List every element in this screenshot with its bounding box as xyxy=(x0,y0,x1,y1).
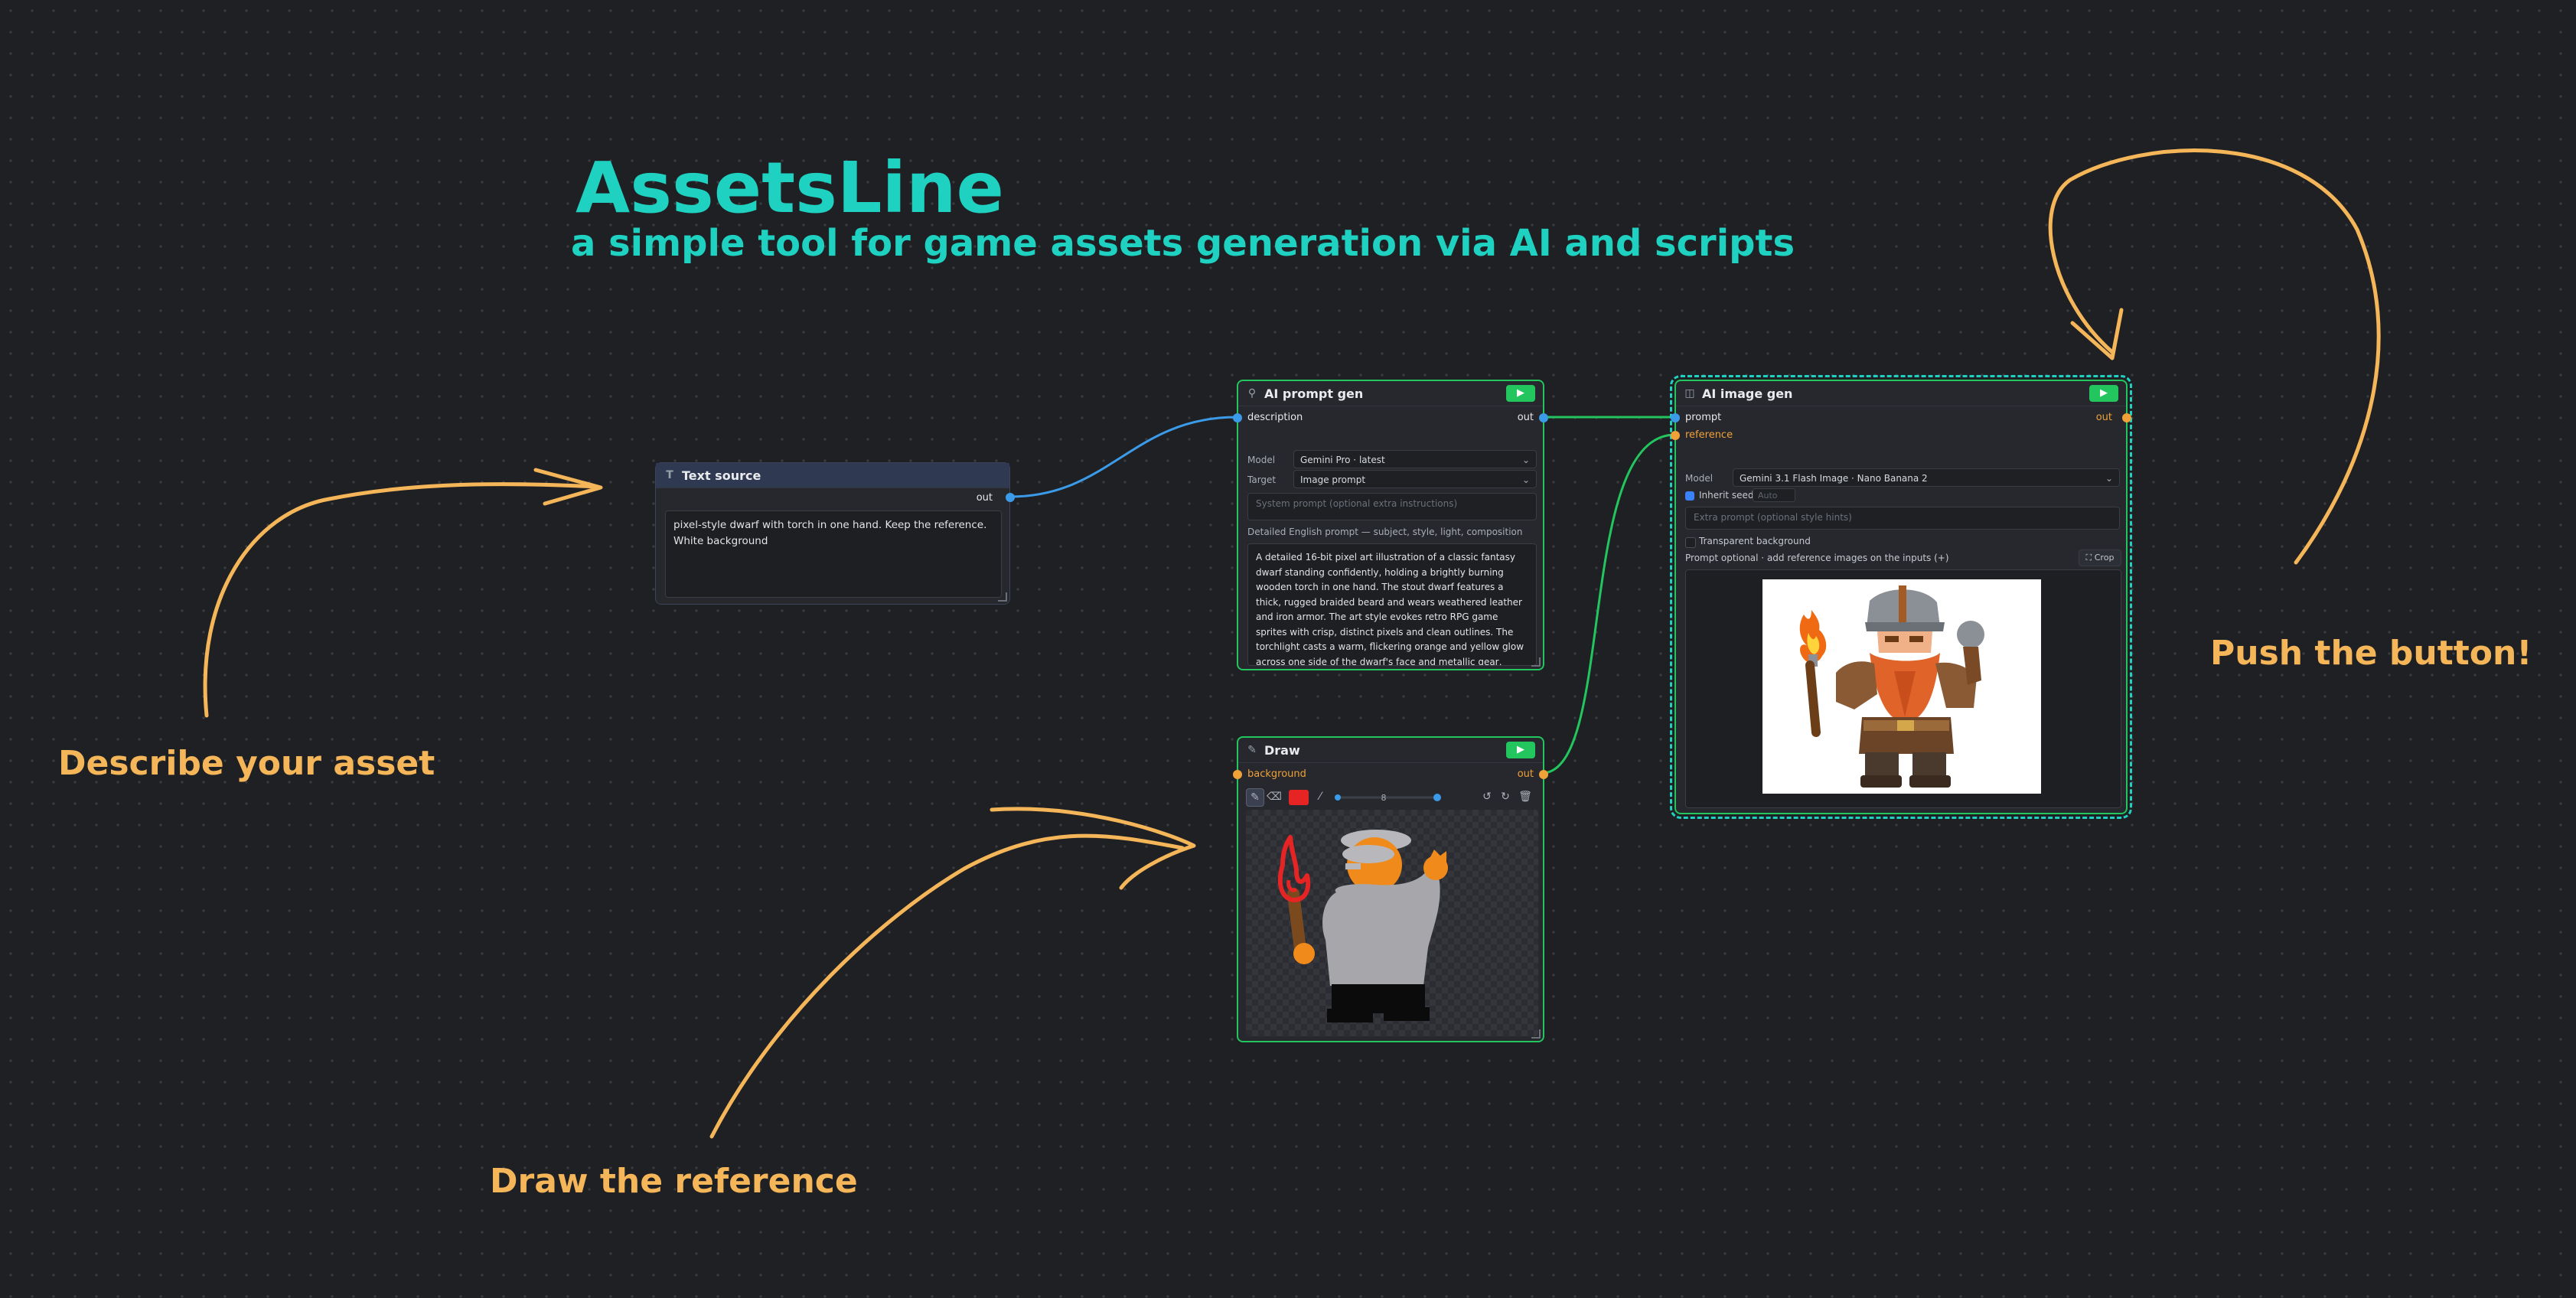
model-select[interactable]: Gemini 3.1 Flash Image · Nano Banana 2 ⌄ xyxy=(1733,468,2120,487)
arrow-draw xyxy=(709,833,1185,1139)
model-value: Gemini Pro · latest xyxy=(1300,455,1385,465)
annotation-push: Push the button! xyxy=(2210,634,2532,673)
annotation-describe: Describe your asset xyxy=(58,744,435,783)
out-port-label: out xyxy=(1517,412,1534,423)
prompt-output[interactable]: A detailed 16-bit pixel art illustration… xyxy=(1247,543,1537,666)
model-value: Gemini 3.1 Flash Image · Nano Banana 2 xyxy=(1740,473,1928,484)
out-port[interactable] xyxy=(1539,770,1548,779)
app-title: AssetsLine xyxy=(576,147,1004,229)
generated-image[interactable] xyxy=(1762,579,2041,794)
node-ai-prompt-gen[interactable]: ⚲ AI prompt gen ▶ description out Model … xyxy=(1233,380,1548,670)
arrowhead-describe xyxy=(533,468,603,506)
redo-icon[interactable]: ↻ xyxy=(1497,788,1514,805)
transparent-label: Transparent background xyxy=(1699,536,1811,546)
app-subtitle: a simple tool for game assets generation… xyxy=(571,222,1795,265)
run-button[interactable]: ▶ xyxy=(1506,385,1535,402)
out-port[interactable] xyxy=(1539,413,1548,422)
inherit-seed-label: Inherit seed xyxy=(1699,490,1754,501)
arrowhead-draw xyxy=(990,807,1196,890)
node-title: AI prompt gen xyxy=(1264,386,1364,401)
brush-color-swatch[interactable] xyxy=(1289,790,1309,805)
text-source-input[interactable]: pixel-style dwarf with torch in one hand… xyxy=(665,510,1002,598)
run-button[interactable]: ▶ xyxy=(1506,742,1535,758)
resize-handle[interactable] xyxy=(998,592,1007,602)
annotation-draw: Draw the reference xyxy=(490,1162,858,1201)
image-preview[interactable] xyxy=(1685,569,2121,808)
reference-port[interactable] xyxy=(1671,431,1680,440)
out-port-label: out xyxy=(976,492,993,504)
node-header[interactable]: ⚲ AI prompt gen ▶ xyxy=(1238,381,1543,406)
resize-handle[interactable] xyxy=(1531,1029,1541,1039)
node-title: AI image gen xyxy=(1702,386,1793,401)
pencil-icon: ✎ xyxy=(1247,744,1257,756)
out-port[interactable] xyxy=(1006,493,1015,502)
crop-button[interactable]: ⛶ Crop xyxy=(2079,550,2121,566)
background-port[interactable] xyxy=(1233,770,1242,779)
run-button[interactable]: ▶ xyxy=(2089,385,2118,402)
undo-icon[interactable]: ↺ xyxy=(1479,788,1495,805)
sketch-drawing xyxy=(1277,830,1448,1022)
extra-prompt-input[interactable]: Extra prompt (optional style hints) xyxy=(1685,507,2120,530)
seed-input[interactable]: Auto xyxy=(1753,488,1795,502)
chevron-down-icon: ⌄ xyxy=(2105,473,2113,484)
svg-text:8: 8 xyxy=(1381,793,1387,803)
target-select[interactable]: Image prompt ⌄ xyxy=(1293,470,1537,488)
node-header[interactable]: ◫ AI image gen ▶ xyxy=(1676,381,2126,406)
edge-draw-to-reference[interactable] xyxy=(1544,433,1675,775)
node-header[interactable]: T Text source xyxy=(656,463,1009,488)
prompt-port-label: prompt xyxy=(1685,412,1722,423)
arrow-describe xyxy=(203,482,599,718)
model-label: Model xyxy=(1685,473,1714,484)
brush-tool-icon[interactable]: ✎ xyxy=(1246,788,1264,807)
description-port[interactable] xyxy=(1233,413,1242,422)
inherit-seed-checkbox[interactable] xyxy=(1685,491,1694,501)
chevron-down-icon: ⌄ xyxy=(1521,475,1530,485)
target-label: Target xyxy=(1247,475,1277,485)
dwarf-image xyxy=(1799,585,1984,788)
node-ai-image-gen[interactable]: ◫ AI image gen ▶ prompt reference out Mo… xyxy=(1670,375,2132,819)
text-icon: T xyxy=(666,469,673,481)
input-port-label: description xyxy=(1247,412,1303,423)
reference-hint: Prompt optional · add reference images o… xyxy=(1685,553,1949,563)
image-icon: ◫ xyxy=(1684,387,1695,400)
trash-icon[interactable]: 🗑 xyxy=(1517,788,1534,805)
output-caption: Detailed English prompt — subject, style… xyxy=(1247,527,1523,537)
input-port-label: background xyxy=(1247,768,1306,780)
node-title: Text source xyxy=(682,468,761,483)
edge-text-to-prompt[interactable] xyxy=(1009,416,1237,498)
model-select[interactable]: Gemini Pro · latest ⌄ xyxy=(1293,450,1537,468)
target-value: Image prompt xyxy=(1300,475,1366,485)
chevron-down-icon: ⌄ xyxy=(1521,455,1530,465)
eraser-tool-icon[interactable]: ⌫ xyxy=(1266,788,1283,805)
prompt-port[interactable] xyxy=(1671,413,1680,422)
wand-icon: ⚲ xyxy=(1247,387,1257,400)
reference-port-label: reference xyxy=(1685,429,1733,441)
resize-handle[interactable] xyxy=(1531,657,1541,667)
crop-label: Crop xyxy=(2094,553,2115,563)
system-prompt-input[interactable]: System prompt (optional extra instructio… xyxy=(1247,493,1537,520)
draw-canvas[interactable] xyxy=(1246,810,1538,1036)
model-label: Model xyxy=(1247,455,1276,465)
transparent-checkbox[interactable] xyxy=(1685,537,1696,548)
crop-icon: ⛶ xyxy=(2085,553,2092,563)
node-text-source[interactable]: T Text source out pixel-style dwarf with… xyxy=(655,462,1015,605)
arrowhead-push xyxy=(2070,308,2124,360)
brush-size-slider[interactable]: 8 xyxy=(1330,790,1445,805)
out-port-label: out xyxy=(1517,768,1534,780)
node-header[interactable]: ✎ Draw ▶ xyxy=(1238,738,1543,763)
pipette-icon[interactable]: ⁄ xyxy=(1312,788,1329,805)
out-port[interactable] xyxy=(2122,413,2131,422)
node-title: Draw xyxy=(1264,742,1300,758)
node-draw[interactable]: ✎ Draw ▶ background out ✎ ⌫ ⁄ 8 ↺ ↻ 🗑 xyxy=(1233,736,1548,1042)
out-port-label: out xyxy=(2095,412,2112,423)
